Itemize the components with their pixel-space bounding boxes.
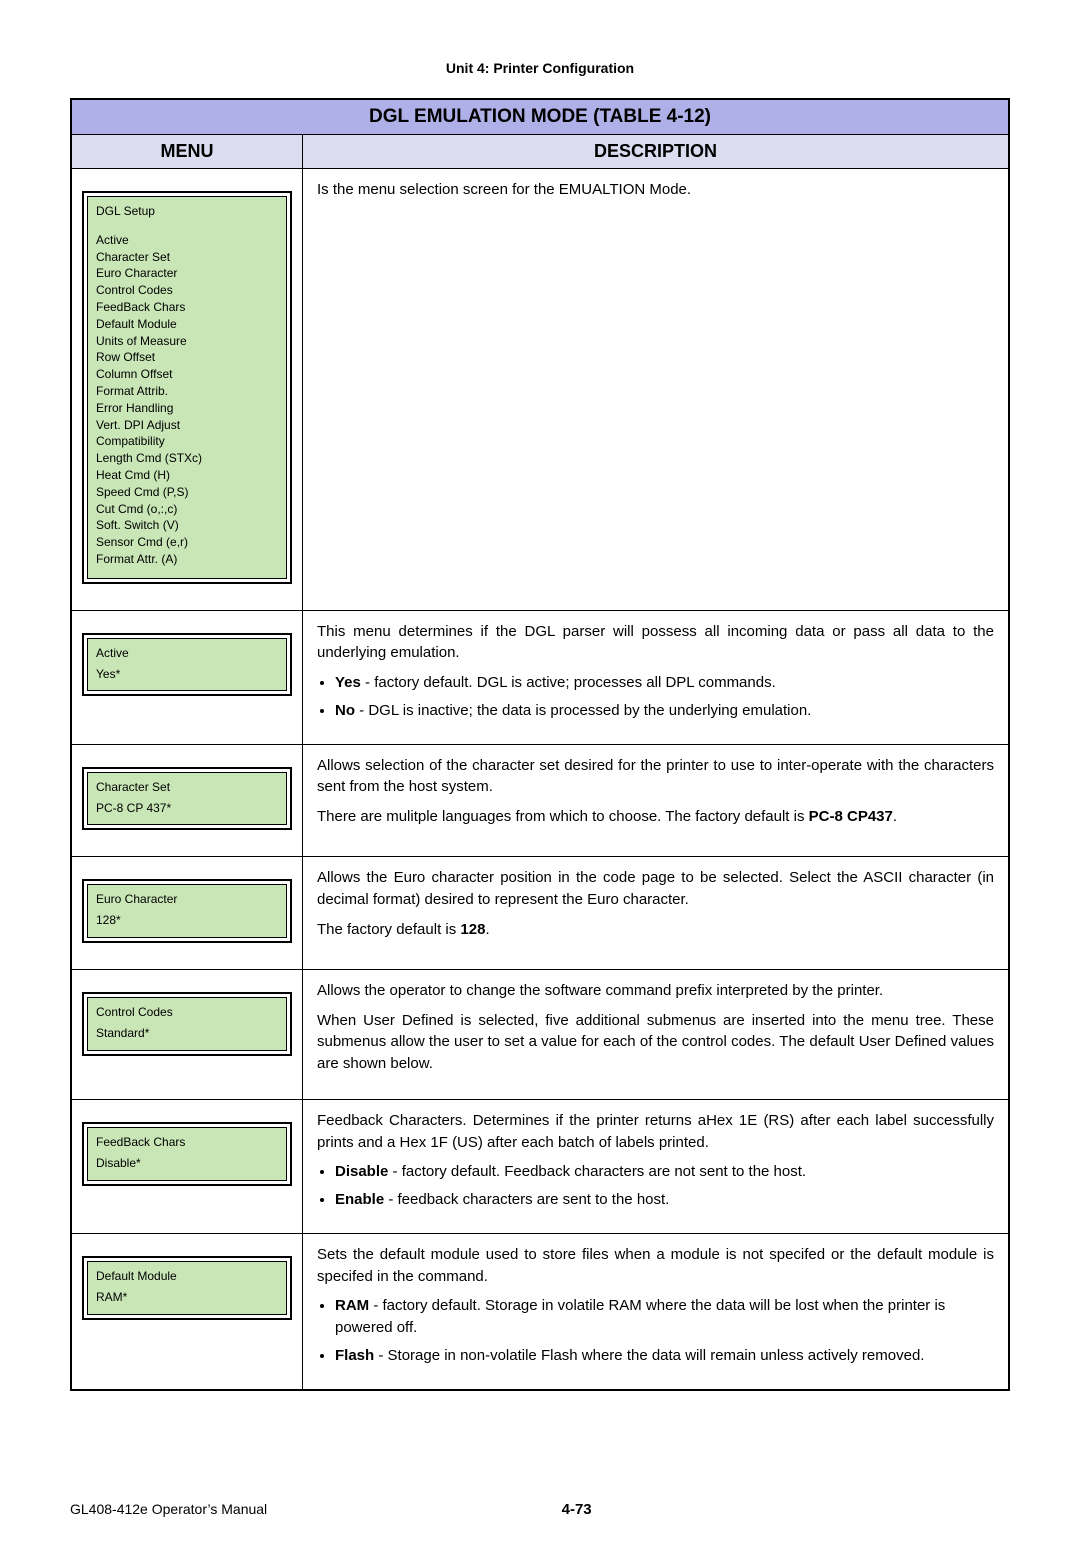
desc-list: Yes - factory default. DGL is active; pr… — [335, 672, 994, 722]
panel-list-item: Euro Character — [96, 265, 278, 282]
panel-list-item: Active — [96, 232, 278, 249]
desc-text: Allows the operator to change the softwa… — [317, 980, 994, 1002]
footer-left: GL408-412e Operator’s Manual — [70, 1501, 267, 1517]
panel-list-item: Format Attrib. — [96, 383, 278, 400]
panel-value: Yes* — [96, 666, 278, 683]
list-item: Flash - Storage in non-volatile Flash wh… — [335, 1345, 994, 1367]
desc-cell: Is the menu selection screen for the EMU… — [303, 169, 1010, 611]
panel-list-item: Column Offset — [96, 366, 278, 383]
desc-cell: Sets the default module used to store fi… — [303, 1233, 1010, 1389]
list-item: No - DGL is inactive; the data is proces… — [335, 700, 994, 722]
menu-cell: DGL Setup ActiveCharacter SetEuro Charac… — [71, 169, 303, 611]
panel-label: Control Codes — [96, 1004, 278, 1021]
panel-list-item: Soft. Switch (V) — [96, 517, 278, 534]
menu-panel-controlcodes: Control Codes Standard* — [82, 992, 292, 1056]
menu-cell: Euro Character 128* — [71, 857, 303, 970]
desc-cell: Feedback Characters. Determines if the p… — [303, 1099, 1010, 1233]
table-row: Control Codes Standard* Allows the opera… — [71, 969, 1009, 1099]
emulation-table: DGL EMULATION MODE (TABLE 4-12) MENU DES… — [70, 98, 1010, 1391]
desc-text: This menu determines if the DGL parser w… — [317, 621, 994, 665]
page-number: 4-73 — [562, 1501, 592, 1518]
desc-text: Feedback Characters. Determines if the p… — [317, 1110, 994, 1154]
list-item: Yes - factory default. DGL is active; pr… — [335, 672, 994, 694]
menu-cell: FeedBack Chars Disable* — [71, 1099, 303, 1233]
menu-cell: Default Module RAM* — [71, 1233, 303, 1389]
panel-list-item: Error Handling — [96, 400, 278, 417]
page-footer: GL408-412e Operator’s Manual 4-73 . — [70, 1501, 1010, 1518]
panel-list-item: Format Attr. (A) — [96, 551, 278, 568]
panel-list-item: Character Set — [96, 249, 278, 266]
menu-panel-feedback: FeedBack Chars Disable* — [82, 1122, 292, 1186]
desc-text: Is the menu selection screen for the EMU… — [317, 179, 994, 201]
panel-list: ActiveCharacter SetEuro CharacterControl… — [96, 232, 278, 568]
desc-text: When User Defined is selected, five addi… — [317, 1010, 994, 1075]
panel-list-item: Compatibility — [96, 433, 278, 450]
panel-list-item: Units of Measure — [96, 333, 278, 350]
panel-list-item: Vert. DPI Adjust — [96, 417, 278, 434]
panel-title: DGL Setup — [96, 203, 278, 220]
desc-text: Sets the default module used to store fi… — [317, 1244, 994, 1288]
panel-label: Euro Character — [96, 891, 278, 908]
desc-list: RAM - factory default. Storage in volati… — [335, 1295, 994, 1366]
panel-list-item: Default Module — [96, 316, 278, 333]
table-row: Character Set PC-8 CP 437* Allows select… — [71, 744, 1009, 857]
panel-list-item: Sensor Cmd (e,r) — [96, 534, 278, 551]
col-desc-header: DESCRIPTION — [303, 135, 1010, 169]
panel-value: Standard* — [96, 1025, 278, 1042]
menu-cell: Control Codes Standard* — [71, 969, 303, 1099]
desc-cell: Allows the operator to change the softwa… — [303, 969, 1010, 1099]
panel-list-item: Length Cmd (STXc) — [96, 450, 278, 467]
panel-value: RAM* — [96, 1289, 278, 1306]
desc-list: Disable - factory default. Feedback char… — [335, 1161, 994, 1211]
desc-text: Allows selection of the character set de… — [317, 755, 994, 799]
desc-cell: Allows selection of the character set de… — [303, 744, 1010, 857]
panel-list-item: Row Offset — [96, 349, 278, 366]
table-row: Default Module RAM* Sets the default mod… — [71, 1233, 1009, 1389]
panel-label: Active — [96, 645, 278, 662]
col-menu-header: MENU — [71, 135, 303, 169]
panel-list-item: Heat Cmd (H) — [96, 467, 278, 484]
panel-value: 128* — [96, 912, 278, 929]
panel-value: Disable* — [96, 1155, 278, 1172]
page-header: Unit 4: Printer Configuration — [70, 60, 1010, 76]
menu-cell: Active Yes* — [71, 610, 303, 744]
desc-text: There are mulitple languages from which … — [317, 806, 994, 828]
desc-cell: This menu determines if the DGL parser w… — [303, 610, 1010, 744]
table-row: Euro Character 128* Allows the Euro char… — [71, 857, 1009, 970]
panel-label: Default Module — [96, 1268, 278, 1285]
panel-value: PC-8 CP 437* — [96, 800, 278, 817]
menu-panel-euro: Euro Character 128* — [82, 879, 292, 943]
table-row: DGL Setup ActiveCharacter SetEuro Charac… — [71, 169, 1009, 611]
list-item: RAM - factory default. Storage in volati… — [335, 1295, 994, 1339]
table-row: FeedBack Chars Disable* Feedback Charact… — [71, 1099, 1009, 1233]
panel-list-item: Speed Cmd (P,S) — [96, 484, 278, 501]
menu-panel-dgl-setup: DGL Setup ActiveCharacter SetEuro Charac… — [82, 191, 292, 584]
table-title: DGL EMULATION MODE (TABLE 4-12) — [71, 99, 1009, 135]
panel-label: FeedBack Chars — [96, 1134, 278, 1151]
list-item: Disable - factory default. Feedback char… — [335, 1161, 994, 1183]
list-item: Enable - feedback characters are sent to… — [335, 1189, 994, 1211]
panel-list-item: Cut Cmd (o,:,c) — [96, 501, 278, 518]
desc-cell: Allows the Euro character position in th… — [303, 857, 1010, 970]
desc-text: The factory default is 128. — [317, 919, 994, 941]
menu-panel-charset: Character Set PC-8 CP 437* — [82, 767, 292, 831]
panel-label: Character Set — [96, 779, 278, 796]
table-row: Active Yes* This menu determines if the … — [71, 610, 1009, 744]
menu-panel-defaultmodule: Default Module RAM* — [82, 1256, 292, 1320]
menu-cell: Character Set PC-8 CP 437* — [71, 744, 303, 857]
desc-text: Allows the Euro character position in th… — [317, 867, 994, 911]
panel-list-item: Control Codes — [96, 282, 278, 299]
menu-panel-active: Active Yes* — [82, 633, 292, 697]
panel-list-item: FeedBack Chars — [96, 299, 278, 316]
